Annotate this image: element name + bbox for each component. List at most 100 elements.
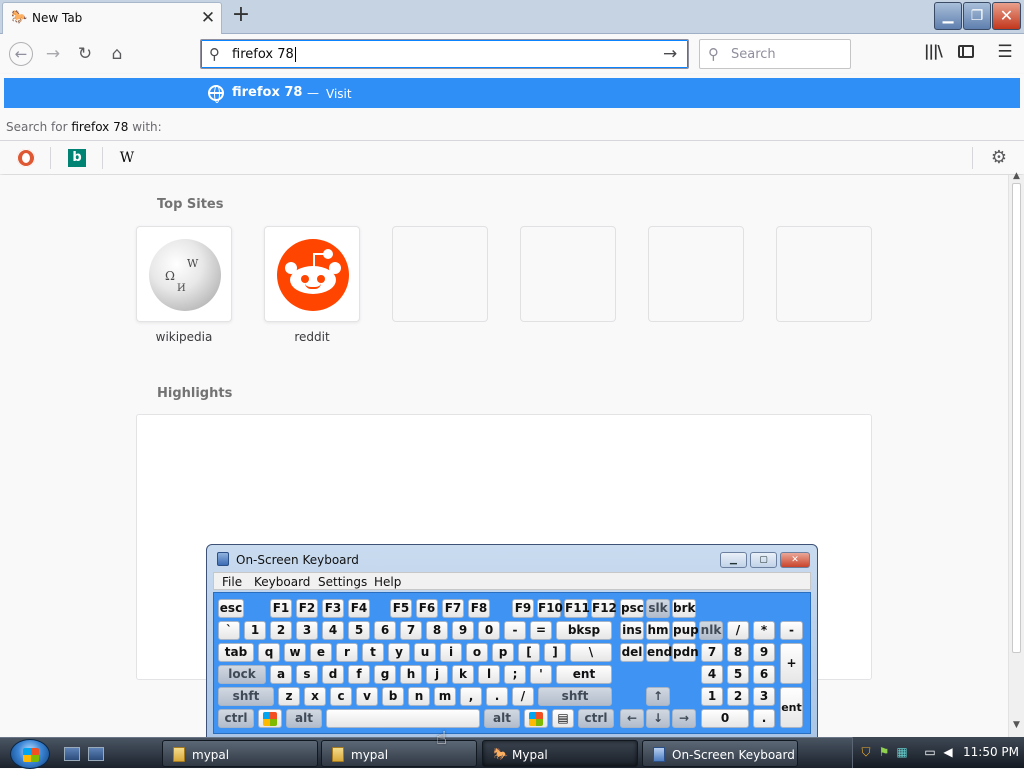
key-numpad-8[interactable]: 8: [727, 643, 749, 662]
clock[interactable]: 11:50 PM: [963, 745, 1019, 759]
key-numpad-plus[interactable]: +: [780, 643, 803, 684]
key-period[interactable]: .: [486, 687, 508, 706]
window-close-button[interactable]: ✕: [992, 2, 1021, 30]
key-w[interactable]: w: [284, 643, 306, 662]
window-restore-button[interactable]: ❐: [963, 2, 991, 30]
key-ctrl-right[interactable]: ctrl: [578, 709, 614, 728]
key-0[interactable]: 0: [478, 621, 500, 640]
scroll-up-icon[interactable]: ▲: [1013, 171, 1020, 181]
security-shield-icon[interactable]: ⛉: [859, 745, 873, 759]
key-context-menu[interactable]: ▤: [552, 709, 574, 728]
osk-maximize-button[interactable]: ▢: [750, 552, 777, 568]
key-f6[interactable]: F6: [416, 599, 438, 618]
key-ctrl-left[interactable]: ctrl: [218, 709, 254, 728]
top-site-empty[interactable]: [776, 226, 872, 322]
key-m[interactable]: m: [434, 687, 456, 706]
key-nlk[interactable]: nlk: [699, 621, 723, 640]
gear-icon[interactable]: ⚙: [988, 147, 1010, 169]
key-s[interactable]: s: [296, 665, 318, 684]
home-button[interactable]: ⌂: [106, 43, 128, 65]
osk-close-button[interactable]: ✕: [780, 552, 810, 568]
key-divide[interactable]: /: [727, 621, 749, 640]
key-f9[interactable]: F9: [512, 599, 534, 618]
key-numpad-9[interactable]: 9: [753, 643, 775, 662]
key-f1[interactable]: F1: [270, 599, 292, 618]
key-7[interactable]: 7: [400, 621, 422, 640]
key-numpad-minus[interactable]: -: [780, 621, 803, 640]
key-r[interactable]: r: [336, 643, 358, 662]
forward-button[interactable]: →: [42, 43, 64, 65]
key-numpad-0[interactable]: 0: [701, 709, 749, 728]
library-icon[interactable]: |||\: [924, 42, 946, 64]
key-shift-right[interactable]: shft: [538, 687, 612, 706]
key-shift-left[interactable]: shft: [218, 687, 274, 706]
hamburger-menu-icon[interactable]: ☰: [994, 42, 1016, 64]
key-y[interactable]: y: [388, 643, 410, 662]
url-bar[interactable]: ⚲ firefox 78 →: [200, 39, 689, 69]
menu-help[interactable]: Help: [374, 575, 401, 589]
top-site-wikipedia[interactable]: Ω W И: [136, 226, 232, 322]
key-slk[interactable]: slk: [646, 599, 670, 618]
key-psc[interactable]: psc: [620, 599, 644, 618]
top-site-empty[interactable]: [392, 226, 488, 322]
key-space[interactable]: [326, 709, 480, 728]
key-slash[interactable]: /: [512, 687, 534, 706]
scrollbar-thumb[interactable]: [1012, 183, 1021, 653]
close-icon[interactable]: ✕: [199, 9, 217, 27]
key-enter[interactable]: ent: [556, 665, 612, 684]
key-f3[interactable]: F3: [322, 599, 344, 618]
key-caps-lock[interactable]: lock: [218, 665, 266, 684]
sidebar-icon[interactable]: [956, 42, 978, 64]
key-f[interactable]: f: [348, 665, 370, 684]
key-ins[interactable]: ins: [620, 621, 644, 640]
key-i[interactable]: i: [440, 643, 462, 662]
bing-icon[interactable]: b: [68, 149, 86, 167]
key-open-bracket[interactable]: [: [518, 643, 540, 662]
key-z[interactable]: z: [278, 687, 300, 706]
key-f8[interactable]: F8: [468, 599, 490, 618]
key-pdn[interactable]: pdn: [672, 643, 699, 662]
back-button[interactable]: ←: [9, 42, 33, 66]
key-u[interactable]: u: [414, 643, 436, 662]
key-f12[interactable]: F12: [591, 599, 617, 618]
key-alt-left[interactable]: alt: [286, 709, 322, 728]
suggestion-row[interactable]: firefox 78 — Visit: [4, 78, 1020, 108]
key-l[interactable]: l: [478, 665, 500, 684]
key-close-bracket[interactable]: ]: [544, 643, 566, 662]
key-hm[interactable]: hm: [646, 621, 670, 640]
key-numpad-decimal[interactable]: .: [753, 709, 775, 728]
search-input[interactable]: Search: [731, 47, 776, 62]
key-8[interactable]: 8: [426, 621, 448, 640]
key-numpad-2[interactable]: 2: [727, 687, 749, 706]
taskbar-item-mypal-folder[interactable]: mypal: [162, 740, 318, 767]
key-k[interactable]: k: [452, 665, 474, 684]
key-3[interactable]: 3: [296, 621, 318, 640]
key-f7[interactable]: F7: [442, 599, 464, 618]
menu-settings[interactable]: Settings: [318, 575, 367, 589]
taskbar-item-mypal-folder[interactable]: mypal: [321, 740, 477, 767]
key-j[interactable]: j: [426, 665, 448, 684]
key-5[interactable]: 5: [348, 621, 370, 640]
new-tab-plus-icon[interactable]: +: [230, 4, 252, 26]
key-end[interactable]: end: [646, 643, 672, 662]
key-numpad-4[interactable]: 4: [701, 665, 723, 684]
taskbar-item-mypal-browser[interactable]: 🐎 Mypal: [482, 740, 638, 767]
key-numpad-enter[interactable]: ent: [780, 687, 803, 728]
key-c[interactable]: c: [330, 687, 352, 706]
top-site-empty[interactable]: [648, 226, 744, 322]
network-icon[interactable]: ▦: [895, 745, 909, 759]
wikipedia-icon[interactable]: W: [118, 149, 136, 167]
key-g[interactable]: g: [374, 665, 396, 684]
key-comma[interactable]: ,: [460, 687, 482, 706]
key-f11[interactable]: F11: [564, 599, 590, 618]
key-p[interactable]: p: [492, 643, 514, 662]
menu-keyboard[interactable]: Keyboard: [254, 575, 310, 589]
top-site-reddit[interactable]: [264, 226, 360, 322]
key-e[interactable]: e: [310, 643, 332, 662]
duckduckgo-icon[interactable]: [17, 149, 35, 167]
switch-windows-icon[interactable]: [88, 747, 104, 761]
search-bar[interactable]: ⚲ Search: [699, 39, 851, 69]
key-f2[interactable]: F2: [296, 599, 318, 618]
key-arrow-left[interactable]: ←: [620, 709, 644, 728]
key-semicolon[interactable]: ;: [504, 665, 526, 684]
